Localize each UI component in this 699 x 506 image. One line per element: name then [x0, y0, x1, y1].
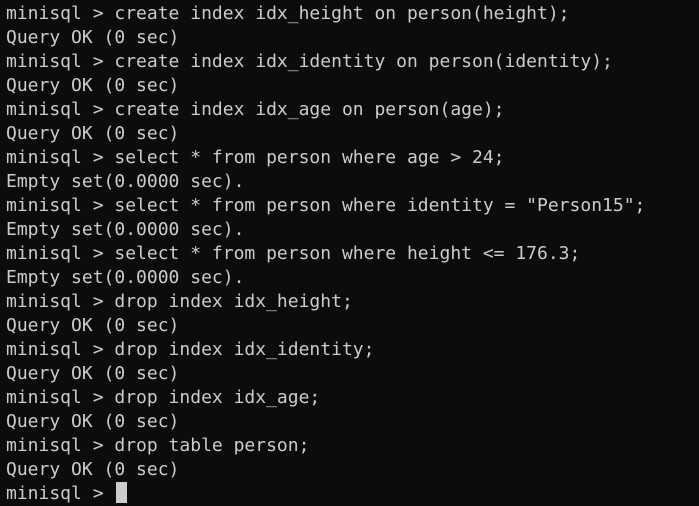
command-line: minisql > drop index idx_identity;: [6, 339, 375, 360]
output-line: Empty set(0.0000 sec).: [6, 267, 245, 288]
output-line: Query OK (0 sec): [6, 315, 180, 336]
active-prompt-line[interactable]: minisql >: [6, 482, 699, 506]
command-line: minisql > select * from person where ide…: [6, 195, 646, 216]
command-line: minisql > create index idx_identity on p…: [6, 51, 613, 72]
command-line: minisql > select * from person where hei…: [6, 243, 581, 264]
output-line: Query OK (0 sec): [6, 123, 180, 144]
text-cursor[interactable]: [116, 482, 128, 503]
command-line: minisql > create index idx_age on person…: [6, 99, 505, 120]
output-line: Query OK (0 sec): [6, 75, 180, 96]
output-line: Query OK (0 sec): [6, 459, 180, 480]
command-line: minisql > select * from person where age…: [6, 147, 505, 168]
output-line: Query OK (0 sec): [6, 411, 180, 432]
prompt: minisql >: [6, 483, 115, 504]
command-line: minisql > drop index idx_age;: [6, 387, 321, 408]
command-line: minisql > drop table person;: [6, 435, 310, 456]
terminal-window[interactable]: minisql > create index idx_height on per…: [0, 0, 699, 505]
output-line: Query OK (0 sec): [6, 363, 180, 384]
command-line: minisql > create index idx_height on per…: [6, 3, 570, 24]
output-line: Empty set(0.0000 sec).: [6, 171, 245, 192]
output-line: Empty set(0.0000 sec).: [6, 219, 245, 240]
output-line: Query OK (0 sec): [6, 27, 180, 48]
command-line: minisql > drop index idx_height;: [6, 291, 353, 312]
